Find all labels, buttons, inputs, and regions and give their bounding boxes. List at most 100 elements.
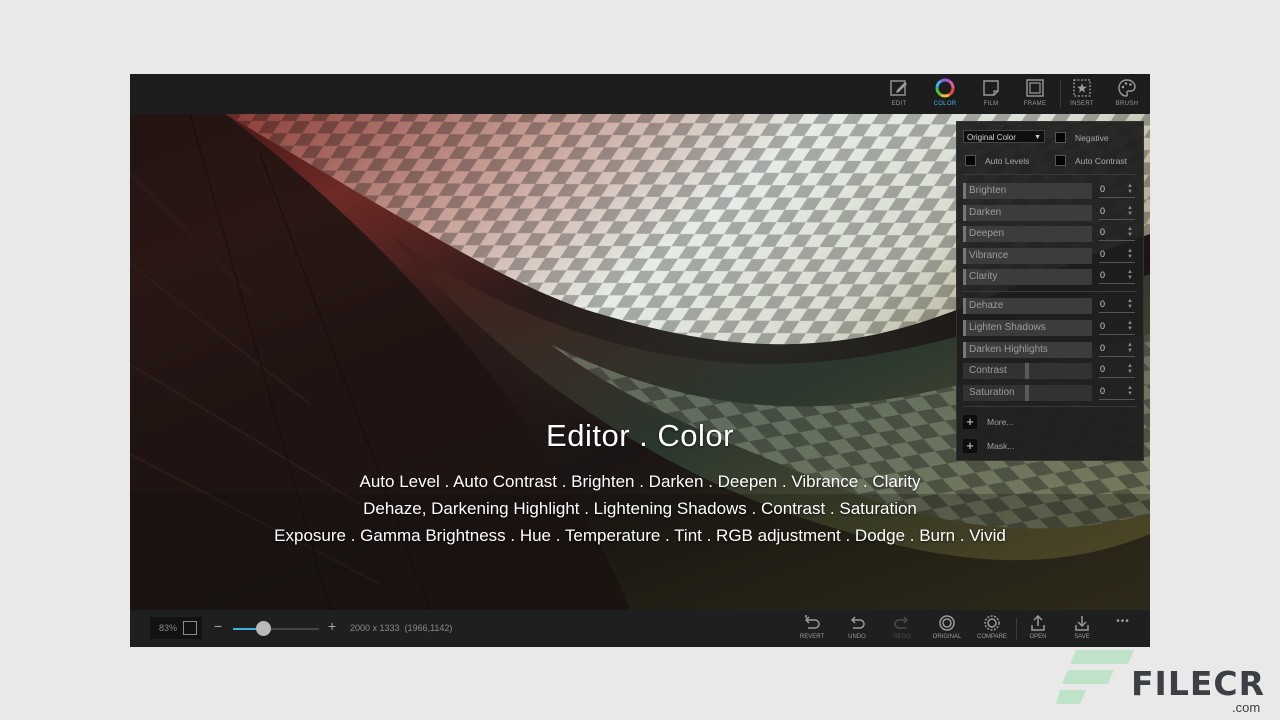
clarity-value-field[interactable]: 0 ▲ ▼ xyxy=(1099,269,1135,284)
zoom-slider[interactable] xyxy=(233,628,319,630)
redo-label: REDO xyxy=(893,634,911,640)
slider-handle[interactable] xyxy=(963,205,966,221)
saturation-value: 0 xyxy=(1100,386,1106,396)
auto-levels-checkbox[interactable]: Auto Levels xyxy=(965,155,1029,166)
tool-color[interactable]: COLOR xyxy=(923,78,967,112)
spinner-icon[interactable]: ▲ ▼ xyxy=(1127,363,1133,375)
clarity-row: Clarity 0 ▲ ▼ xyxy=(963,269,1137,285)
saturation-row: Saturation 0 ▲ ▼ xyxy=(963,385,1137,401)
revert-label: REVERT xyxy=(799,634,825,640)
spinner-icon[interactable]: ▲ ▼ xyxy=(1127,385,1133,397)
slider-handle[interactable] xyxy=(1025,363,1029,379)
deepen-row: Deepen 0 ▲ ▼ xyxy=(963,226,1137,242)
tool-film-label: FILM xyxy=(983,101,999,107)
revert-button[interactable]: REVERT xyxy=(792,614,832,644)
zoom-in-button[interactable]: + xyxy=(328,618,336,634)
tool-frame[interactable]: FRAME xyxy=(1013,78,1057,112)
undo-button[interactable]: UNDO xyxy=(837,614,877,644)
original-icon xyxy=(939,615,955,631)
more-label[interactable]: More... xyxy=(987,417,1013,427)
color-mode-dropdown[interactable]: Original Color ▼ xyxy=(963,130,1045,143)
contrast-row: Contrast 0 ▲ ▼ xyxy=(963,363,1137,379)
tool-film[interactable]: FILM xyxy=(969,78,1013,112)
mask-plus-button[interactable]: + xyxy=(963,439,977,453)
more-options-button[interactable]: ••• xyxy=(1103,616,1143,646)
slider-handle[interactable] xyxy=(963,248,966,264)
slider-handle[interactable] xyxy=(963,320,966,336)
lighten-shadows-slider[interactable]: Lighten Shadows xyxy=(963,320,1092,336)
undo-label: UNDO xyxy=(848,634,866,640)
deepen-slider[interactable]: Deepen xyxy=(963,226,1092,242)
slider-handle[interactable] xyxy=(963,298,966,314)
spinner-icon[interactable]: ▲ ▼ xyxy=(1127,342,1133,354)
auto-levels-checkbox-box[interactable] xyxy=(965,155,976,166)
vibrance-value-field[interactable]: 0 ▲ ▼ xyxy=(1099,248,1135,263)
dehaze-slider[interactable]: Dehaze xyxy=(963,298,1092,314)
spinner-icon[interactable]: ▲ ▼ xyxy=(1127,269,1133,281)
contrast-value-field[interactable]: 0 ▲ ▼ xyxy=(1099,363,1135,378)
more-dots-icon: ••• xyxy=(1116,616,1130,627)
vibrance-slider[interactable]: Vibrance xyxy=(963,248,1092,264)
brighten-slider[interactable]: Brighten xyxy=(963,183,1092,199)
watermark-brand: FILECR xyxy=(1131,664,1266,703)
darken-highlights-slider[interactable]: Darken Highlights xyxy=(963,342,1092,358)
vibrance-label: Vibrance xyxy=(969,250,1009,261)
darken-slider[interactable]: Darken xyxy=(963,205,1092,221)
spinner-icon[interactable]: ▲ ▼ xyxy=(1127,183,1133,195)
clarity-value: 0 xyxy=(1100,270,1106,280)
darken-value-field[interactable]: 0 ▲ ▼ xyxy=(1099,205,1135,220)
fit-to-screen-icon[interactable] xyxy=(183,621,197,635)
zoom-out-button[interactable]: − xyxy=(214,618,222,634)
lighten-shadows-label: Lighten Shadows xyxy=(969,322,1046,333)
image-info: 2000 x 1333 (1966,1142) xyxy=(350,623,452,633)
plus-icon: + xyxy=(966,414,974,429)
spinner-icon[interactable]: ▲ ▼ xyxy=(1127,226,1133,238)
slider-handle[interactable] xyxy=(1025,385,1029,401)
save-button[interactable]: SAVE xyxy=(1062,614,1102,644)
lighten-shadows-row: Lighten Shadows 0 ▲ ▼ xyxy=(963,320,1137,336)
tool-edit[interactable]: EDIT xyxy=(877,78,921,112)
saturation-value-field[interactable]: 0 ▲ ▼ xyxy=(1099,385,1135,400)
brighten-label: Brighten xyxy=(969,185,1007,196)
redo-button[interactable]: REDO xyxy=(882,614,922,644)
open-button[interactable]: OPEN xyxy=(1018,614,1058,644)
chevron-down-icon: ▼ xyxy=(1034,134,1041,141)
lighten-shadows-value-field[interactable]: 0 ▲ ▼ xyxy=(1099,320,1135,335)
slider-handle[interactable] xyxy=(963,183,966,199)
spinner-icon[interactable]: ▲ ▼ xyxy=(1127,320,1133,332)
tool-brush[interactable]: BRUSH xyxy=(1105,78,1149,112)
auto-contrast-checkbox-box[interactable] xyxy=(1055,155,1066,166)
original-button[interactable]: ORIGINAL xyxy=(927,614,967,644)
saturation-label: Saturation xyxy=(969,387,1015,398)
negative-checkbox-box[interactable] xyxy=(1055,132,1066,143)
slider-handle[interactable] xyxy=(963,226,966,242)
negative-checkbox[interactable]: Negative xyxy=(1055,132,1109,143)
brighten-value-field[interactable]: 0 ▲ ▼ xyxy=(1099,183,1135,198)
zoom-box[interactable]: 83% xyxy=(150,617,202,639)
darken-highlights-value-field[interactable]: 0 ▲ ▼ xyxy=(1099,342,1135,357)
slider-handle[interactable] xyxy=(963,342,966,358)
contrast-slider[interactable]: Contrast xyxy=(963,363,1092,379)
deepen-value-field[interactable]: 0 ▲ ▼ xyxy=(1099,226,1135,241)
compare-icon xyxy=(984,615,1000,631)
contrast-value: 0 xyxy=(1100,364,1106,374)
tool-insert[interactable]: INSERT xyxy=(1060,78,1104,112)
original-label: ORIGINAL xyxy=(932,634,962,640)
saturation-slider[interactable]: Saturation xyxy=(963,385,1092,401)
slider-handle[interactable] xyxy=(963,269,966,285)
spinner-icon[interactable]: ▲ ▼ xyxy=(1127,248,1133,260)
spinner-icon[interactable]: ▲ ▼ xyxy=(1127,298,1133,310)
more-plus-button[interactable]: + xyxy=(963,415,977,429)
zoom-slider-thumb[interactable] xyxy=(256,621,272,636)
clarity-slider[interactable]: Clarity xyxy=(963,269,1092,285)
palette-icon xyxy=(1118,79,1136,97)
auto-contrast-checkbox[interactable]: Auto Contrast xyxy=(1055,155,1127,166)
revert-icon xyxy=(804,615,820,629)
cursor-coords: (1966,1142) xyxy=(404,623,453,633)
brighten-value: 0 xyxy=(1100,184,1106,194)
compare-button[interactable]: COMPARE xyxy=(972,614,1012,644)
spinner-icon[interactable]: ▲ ▼ xyxy=(1127,205,1133,217)
mask-label[interactable]: Mask... xyxy=(987,441,1014,451)
color-mode-value: Original Color xyxy=(967,133,1016,142)
dehaze-value-field[interactable]: 0 ▲ ▼ xyxy=(1099,298,1135,313)
